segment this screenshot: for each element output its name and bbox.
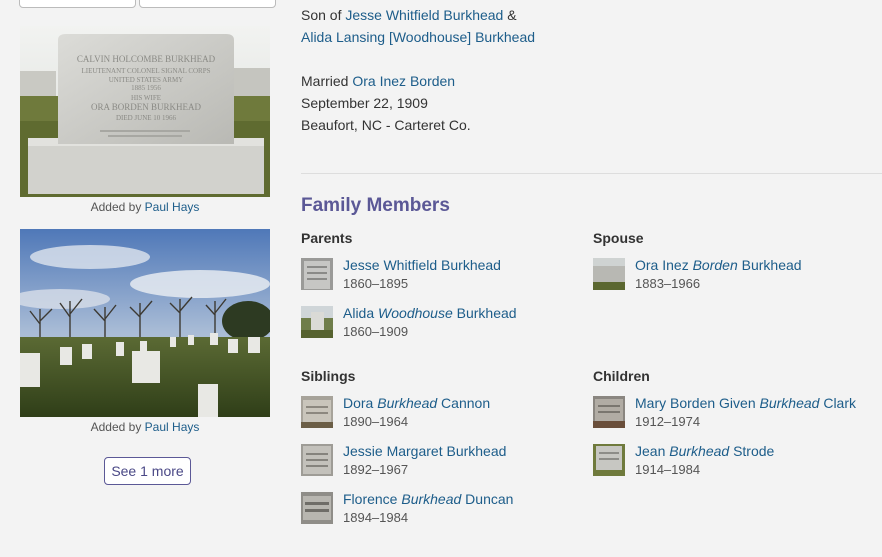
headstone-line-1: CALVIN HOLCOMBE BURKHEAD <box>77 54 216 64</box>
family-member[interactable]: Jessie Margaret Burkhead 1892–1967 <box>301 443 561 484</box>
member-name-link[interactable]: Dora Burkhead Cannon <box>343 395 490 411</box>
name-part: Burkhead <box>737 257 802 273</box>
name-part: Cannon <box>437 395 491 411</box>
member-name-link[interactable]: Jesse Whitfield Burkhead <box>343 257 501 273</box>
member-name-link[interactable]: Jean Burkhead Strode <box>635 443 774 459</box>
family-member[interactable]: Florence Burkhead Duncan 1894–1984 <box>301 491 561 532</box>
cemetery-photo[interactable] <box>20 229 270 417</box>
name-part: Strode <box>729 443 775 459</box>
family-member[interactable]: Alida Woodhouse Burkhead 1860–1909 <box>301 305 561 346</box>
headstone-line-7: DIED JUNE 10 1966 <box>116 114 177 122</box>
siblings-heading: Siblings <box>301 368 356 384</box>
married-label: Married <box>301 73 353 89</box>
photo-caption-2: Added by Paul Hays <box>20 420 270 434</box>
headstone-line-6: ORA BORDEN BURKHEAD <box>91 102 202 112</box>
mother-line: Alida Lansing [Woodhouse] Burkhead <box>301 26 535 48</box>
parents-line: Son of Jesse Whitfield Burkhead & <box>301 4 517 26</box>
section-divider <box>301 173 882 174</box>
marriage-line: Married Ora Inez Borden <box>301 70 455 92</box>
ampersand: & <box>503 7 517 23</box>
maiden-name: Burkhead <box>377 395 438 411</box>
added-by-link[interactable]: Paul Hays <box>145 420 200 434</box>
see-more-photos-button[interactable]: See 1 more <box>104 457 191 485</box>
headstone-line-5: HIS WIFE <box>131 94 161 102</box>
name-part: Clark <box>819 395 856 411</box>
spouse-heading: Spouse <box>593 230 644 246</box>
member-thumbnail <box>593 396 625 428</box>
family-member[interactable]: Dora Burkhead Cannon 1890–1964 <box>301 395 561 436</box>
marriage-date: September 22, 1909 <box>301 95 428 111</box>
top-action-button-2[interactable] <box>139 0 276 8</box>
maiden-name: Burkhead <box>759 395 820 411</box>
name-part: Dora <box>343 395 378 411</box>
mother-link[interactable]: Alida Lansing [Woodhouse] Burkhead <box>301 29 535 45</box>
member-dates: 1912–1974 <box>635 414 701 429</box>
maiden-name: Burkhead <box>401 491 462 507</box>
member-thumbnail <box>301 492 333 524</box>
maiden-name: Borden <box>692 257 738 273</box>
family-member[interactable]: Jesse Whitfield Burkhead 1860–1895 <box>301 257 561 298</box>
headstone-line-2: LIEUTENANT COLONEL SIGNAL CORPS <box>81 67 210 75</box>
member-thumbnail <box>593 258 625 290</box>
member-name-link[interactable]: Alida Woodhouse Burkhead <box>343 305 517 321</box>
marriage-place: Beaufort, NC - Carteret Co. <box>301 117 471 133</box>
children-heading: Children <box>593 368 650 384</box>
member-thumbnail <box>301 306 333 338</box>
parents-heading: Parents <box>301 230 353 246</box>
name-part: Jesse Whitfield Burkhead <box>343 257 501 273</box>
family-member[interactable]: Ora Inez Borden Burkhead 1883–1966 <box>593 257 863 298</box>
added-by-label: Added by <box>90 200 145 214</box>
headstone-photo[interactable]: CALVIN HOLCOMBE BURKHEAD LIEUTENANT COLO… <box>20 26 270 197</box>
added-by-link[interactable]: Paul Hays <box>145 200 200 214</box>
name-part: Jessie Margaret Burkhead <box>343 443 507 459</box>
member-dates: 1860–1895 <box>343 276 409 291</box>
member-dates: 1890–1964 <box>343 414 409 429</box>
member-dates: 1883–1966 <box>635 276 701 291</box>
headstone-line-3: UNITED STATES ARMY <box>109 76 184 84</box>
name-part: Duncan <box>461 491 514 507</box>
son-of-label: Son of <box>301 7 346 23</box>
memorial-page: CALVIN HOLCOMBE BURKHEAD LIEUTENANT COLO… <box>0 0 882 557</box>
father-link[interactable]: Jesse Whitfield Burkhead <box>345 7 503 23</box>
family-member[interactable]: Jean Burkhead Strode 1914–1984 <box>593 443 873 484</box>
member-thumbnail <box>301 444 333 476</box>
member-dates: 1894–1984 <box>343 510 409 525</box>
member-thumbnail <box>301 396 333 428</box>
name-part: Ora Inez <box>635 257 693 273</box>
member-dates: 1892–1967 <box>343 462 409 477</box>
top-action-button-1[interactable] <box>19 0 136 8</box>
member-dates: 1860–1909 <box>343 324 409 339</box>
name-part: Jean <box>635 443 670 459</box>
added-by-label: Added by <box>90 420 145 434</box>
spouse-link[interactable]: Ora Inez Borden <box>352 73 455 89</box>
member-name-link[interactable]: Mary Borden Given Burkhead Clark <box>635 395 856 411</box>
family-member[interactable]: Mary Borden Given Burkhead Clark 1912–19… <box>593 395 873 436</box>
name-part: Alida <box>343 305 379 321</box>
name-part: Burkhead <box>452 305 517 321</box>
maiden-name: Woodhouse <box>378 305 453 321</box>
family-members-title: Family Members <box>301 195 450 216</box>
photo-caption-1: Added by Paul Hays <box>20 200 270 214</box>
member-name-link[interactable]: Florence Burkhead Duncan <box>343 491 513 507</box>
name-part: Florence <box>343 491 402 507</box>
member-thumbnail <box>301 258 333 290</box>
headstone-line-4: 1885 1956 <box>131 84 161 92</box>
member-name-link[interactable]: Jessie Margaret Burkhead <box>343 443 506 459</box>
name-part: Mary Borden Given <box>635 395 760 411</box>
maiden-name: Burkhead <box>669 443 730 459</box>
member-thumbnail <box>593 444 625 476</box>
member-name-link[interactable]: Ora Inez Borden Burkhead <box>635 257 802 273</box>
member-dates: 1914–1984 <box>635 462 701 477</box>
